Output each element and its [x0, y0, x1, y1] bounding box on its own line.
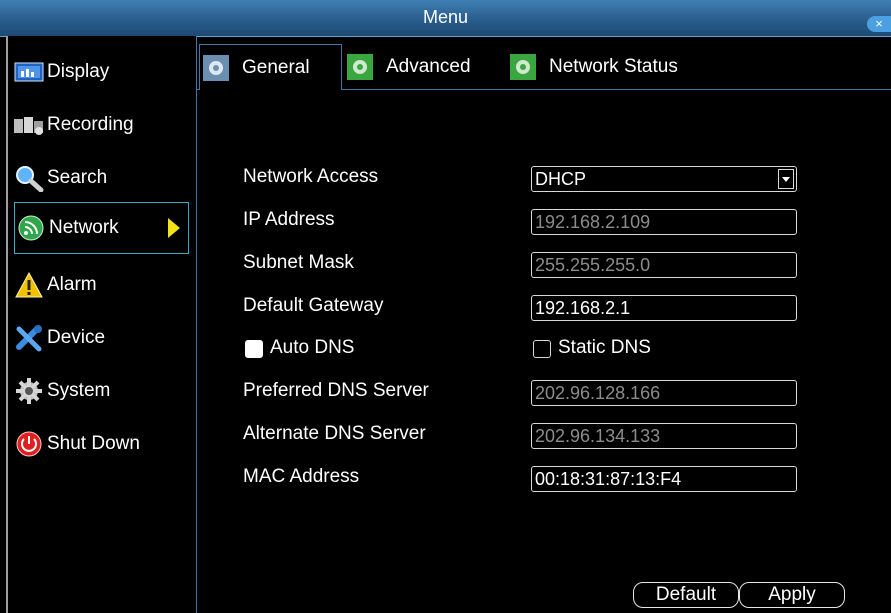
- sidebar-item-display[interactable]: Display: [13, 50, 183, 94]
- tab-advanced-icon: [346, 53, 374, 81]
- recording-icon: [13, 111, 45, 139]
- auto-dns-checkbox[interactable]: [245, 340, 263, 358]
- mac-address-field[interactable]: 00:18:31:87:13:F4: [531, 466, 797, 492]
- preferred-dns-label: Preferred DNS Server: [243, 380, 429, 401]
- tab-general-icon: [202, 54, 230, 82]
- sidebar-item-label: Shut Down: [47, 433, 140, 454]
- title-bar: Menu ×: [0, 0, 891, 37]
- tab-network-status-icon: [509, 53, 537, 81]
- apply-button[interactable]: Apply: [739, 582, 845, 608]
- network-access-value: DHCP: [535, 169, 587, 189]
- tab-label: General: [242, 56, 310, 78]
- tab-advanced[interactable]: Advanced: [346, 44, 471, 90]
- default-gateway-label: Default Gateway: [243, 295, 384, 316]
- display-icon: [13, 58, 45, 86]
- subnet-mask-field[interactable]: 255.255.255.0: [531, 252, 797, 278]
- sidebar: Display Recording Search Network Alarm D…: [8, 36, 196, 613]
- sidebar-item-recording[interactable]: Recording: [13, 103, 183, 147]
- sidebar-item-system[interactable]: System: [13, 369, 183, 413]
- system-icon: [13, 377, 45, 405]
- alternate-dns-field[interactable]: 202.96.134.133: [531, 423, 797, 449]
- sidebar-item-label: Search: [47, 167, 108, 188]
- sidebar-item-label: Alarm: [47, 274, 97, 295]
- auto-dns-label: Auto DNS: [270, 337, 355, 358]
- search-icon: [13, 164, 45, 192]
- tab-network-status[interactable]: Network Status: [509, 44, 678, 90]
- chevron-down-icon[interactable]: [778, 169, 794, 189]
- ip-address-field[interactable]: 192.168.2.109: [531, 209, 797, 235]
- sidebar-item-search[interactable]: Search: [13, 156, 183, 200]
- sidebar-item-label: System: [47, 380, 111, 401]
- power-icon: [13, 430, 45, 458]
- window-title: Menu: [422, 7, 469, 27]
- network-access-select[interactable]: DHCP: [531, 166, 797, 192]
- preferred-dns-field[interactable]: 202.96.128.166: [531, 380, 797, 406]
- sidebar-item-device[interactable]: Device: [13, 316, 183, 360]
- tab-general[interactable]: General: [199, 44, 342, 90]
- sidebar-item-label: Network: [49, 217, 119, 238]
- static-dns-label: Static DNS: [558, 337, 651, 358]
- ip-address-label: IP Address: [243, 209, 335, 230]
- mac-address-label: MAC Address: [243, 466, 360, 487]
- active-arrow-icon: [168, 218, 180, 238]
- alternate-dns-label: Alternate DNS Server: [243, 423, 426, 444]
- sidebar-divider: [196, 36, 197, 613]
- network-access-label: Network Access: [243, 166, 379, 187]
- sidebar-item-network[interactable]: Network: [14, 202, 189, 254]
- subnet-mask-label: Subnet Mask: [243, 252, 354, 273]
- tab-label: Network Status: [549, 56, 678, 77]
- sidebar-item-label: Device: [47, 327, 106, 348]
- static-dns-checkbox[interactable]: [533, 340, 551, 358]
- device-icon: [13, 324, 45, 352]
- network-icon: [15, 214, 47, 242]
- sidebar-item-alarm[interactable]: Alarm: [13, 263, 183, 307]
- default-button[interactable]: Default: [633, 582, 739, 608]
- sidebar-item-label: Display: [47, 61, 110, 82]
- tab-label: Advanced: [386, 56, 471, 77]
- sidebar-item-shut-down[interactable]: Shut Down: [13, 422, 183, 466]
- sidebar-item-label: Recording: [47, 114, 134, 135]
- default-gateway-field[interactable]: 192.168.2.1: [531, 295, 797, 321]
- alarm-icon: [13, 271, 45, 299]
- close-button[interactable]: ×: [867, 16, 891, 32]
